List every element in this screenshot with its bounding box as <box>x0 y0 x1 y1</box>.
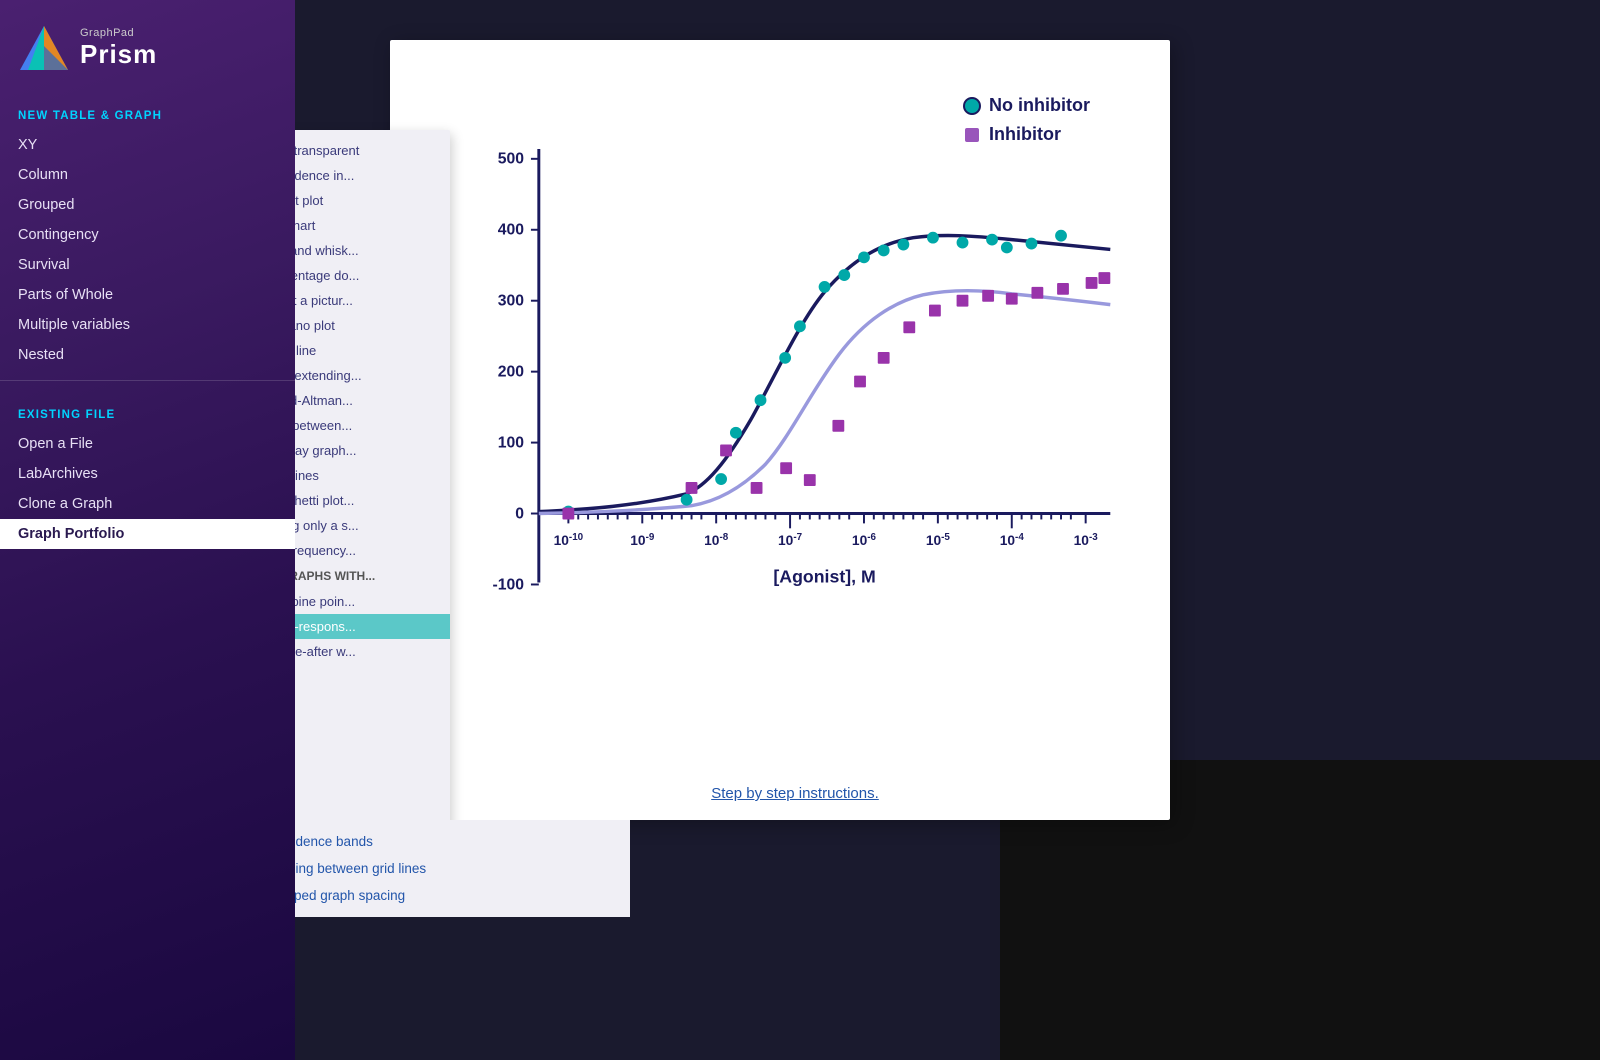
legend-no-inhibitor: No inhibitor <box>965 95 1090 116</box>
legend-label-inhibitor: Inhibitor <box>989 124 1061 145</box>
sidebar-item-multiple-variables[interactable]: Multiple variables <box>0 310 295 340</box>
bottom-menu-grouped-spacing[interactable]: Grouped graph spacing <box>250 882 630 909</box>
svg-text:10-5: 10-5 <box>926 532 951 548</box>
sidebar-item-grouped[interactable]: Grouped <box>0 190 295 220</box>
svg-text:10-9: 10-9 <box>630 532 655 548</box>
logo-area: GraphPad Prism <box>0 0 295 92</box>
bottom-menu-confidence-bands[interactable]: Confidence bands <box>250 828 630 855</box>
svg-text:10-6: 10-6 <box>852 532 877 548</box>
svg-text:100: 100 <box>498 435 525 452</box>
svg-text:300: 300 <box>498 293 525 310</box>
legend-inhibitor: Inhibitor <box>965 124 1090 145</box>
bottom-menu: Confidence bands Shading between grid li… <box>250 820 630 917</box>
sidebar-item-parts-of-whole[interactable]: Parts of Whole <box>0 280 295 310</box>
graph-legend: No inhibitor Inhibitor <box>965 95 1090 145</box>
sidebar-item-xy[interactable]: XY <box>0 130 295 160</box>
graph-container: No inhibitor Inhibitor <box>390 40 1170 820</box>
logo-text: GraphPad Prism <box>80 27 157 70</box>
svg-text:200: 200 <box>498 364 525 381</box>
bottom-menu-shading-grid[interactable]: Shading between grid lines <box>250 855 630 882</box>
sidebar-item-graph-portfolio[interactable]: Graph Portfolio <box>0 519 295 549</box>
app-name: Prism <box>80 39 157 70</box>
sidebar-item-column[interactable]: Column <box>0 160 295 190</box>
svg-text:0: 0 <box>515 505 524 522</box>
svg-text:10-7: 10-7 <box>778 532 803 548</box>
svg-text:10-3: 10-3 <box>1074 532 1099 548</box>
new-table-label: NEW TABLE & GRAPH <box>0 92 295 130</box>
sidebar-item-contingency[interactable]: Contingency <box>0 220 295 250</box>
sidebar-item-open-file[interactable]: Open a File <box>0 429 295 459</box>
svg-text:-100: -100 <box>493 576 525 593</box>
svg-text:10-10: 10-10 <box>554 532 584 548</box>
svg-text:10-8: 10-8 <box>704 532 729 548</box>
step-by-step-link[interactable]: Step by step instructions. <box>460 785 1130 802</box>
sidebar-item-survival[interactable]: Survival <box>0 250 295 280</box>
legend-square-inhibitor <box>965 128 979 142</box>
sidebar: GraphPad Prism NEW TABLE & GRAPH XY Colu… <box>0 0 295 1060</box>
existing-file-label: EXISTING FILE <box>0 391 295 429</box>
sidebar-item-clone-graph[interactable]: Clone a Graph <box>0 489 295 519</box>
legend-label-no-inhibitor: No inhibitor <box>989 95 1090 116</box>
graph-chart: 0 100 200 300 400 500 -100 10-10 10-9 10… <box>460 70 1130 760</box>
brand-name: GraphPad <box>80 27 157 39</box>
sidebar-item-nested[interactable]: Nested <box>0 340 295 370</box>
legend-dot-no-inhibitor <box>965 99 979 113</box>
svg-text:500: 500 <box>498 151 525 168</box>
svg-text:400: 400 <box>498 222 525 239</box>
svg-text:10-4: 10-4 <box>1000 532 1025 548</box>
logo-icon <box>18 22 70 74</box>
svg-text:[Agonist], M: [Agonist], M <box>773 567 875 587</box>
sidebar-item-labarchives[interactable]: LabArchives <box>0 459 295 489</box>
sidebar-divider <box>0 380 295 381</box>
